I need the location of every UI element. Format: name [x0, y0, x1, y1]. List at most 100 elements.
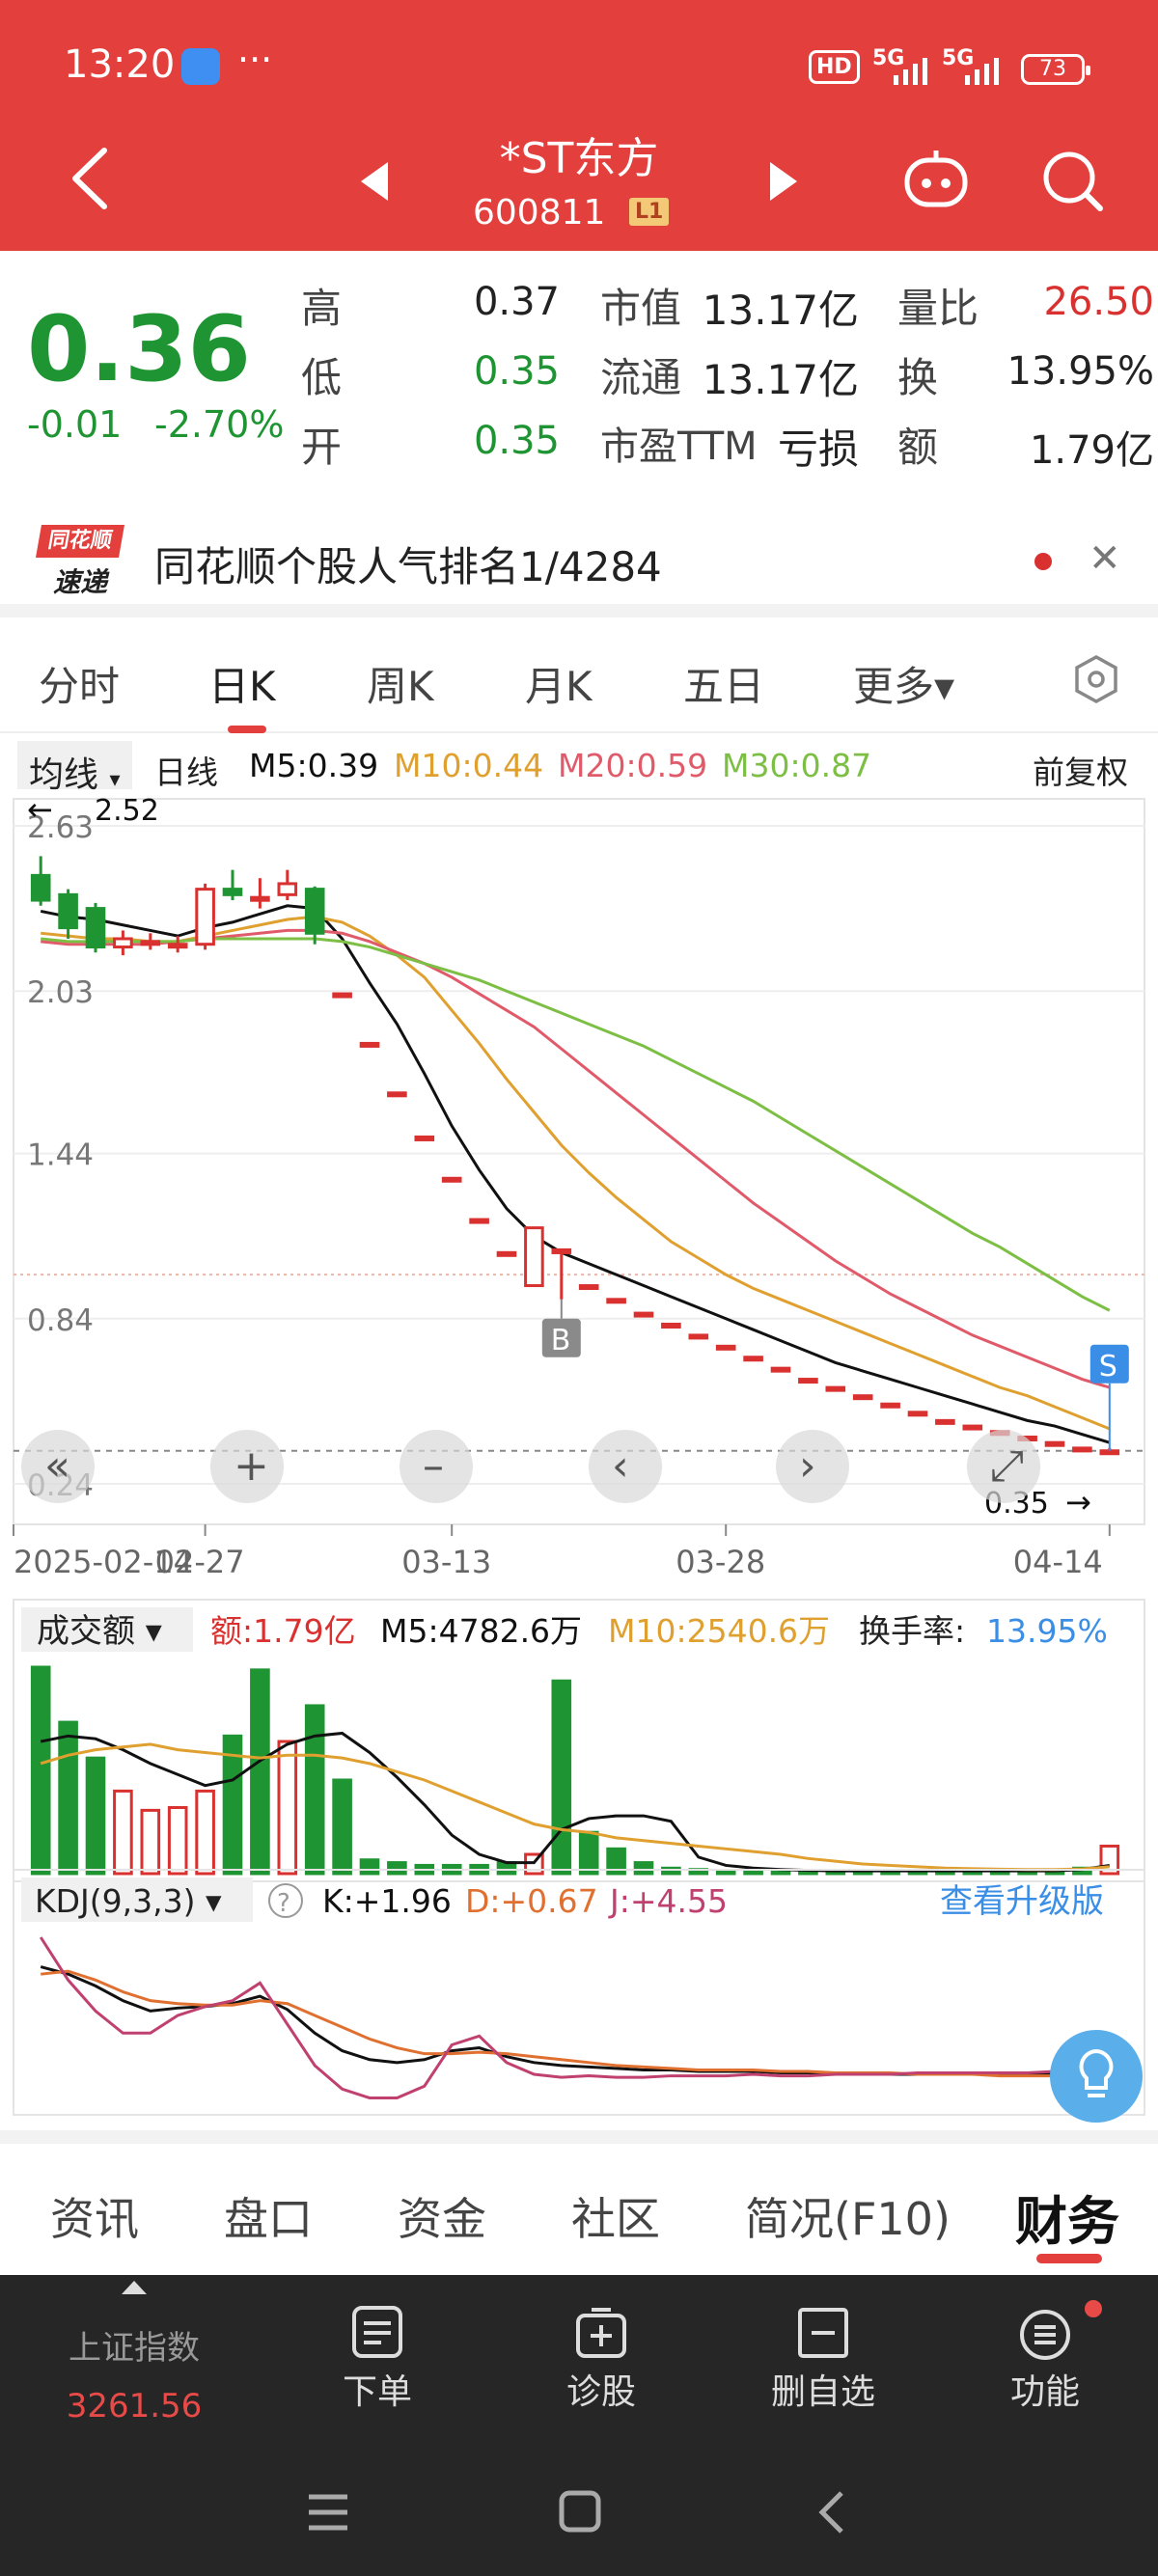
back-icon[interactable]	[66, 145, 114, 212]
candle-body	[524, 1226, 544, 1288]
kdj-line-k	[40, 1965, 1110, 2076]
mcap-value: 13.17亿	[702, 287, 859, 334]
tab-capital[interactable]: 资金	[398, 2184, 486, 2248]
candle-body	[167, 943, 188, 949]
candle-body	[195, 888, 215, 946]
tab-community[interactable]: 社区	[571, 2184, 660, 2248]
finance-tab-indicator	[1036, 2254, 1102, 2263]
prev-stock-icon[interactable]	[361, 162, 388, 201]
pe-label: 市盈TTM	[600, 425, 758, 469]
volume-bar	[58, 1720, 78, 1876]
kdj-line-d	[41, 1969, 1110, 2078]
candle-body	[1072, 1446, 1092, 1453]
turnover-rate-label: 换手率:	[859, 1612, 965, 1650]
tab-finance[interactable]: 财务	[1015, 2179, 1119, 2255]
turnover-rate-value: 13.95%	[986, 1612, 1108, 1650]
candle-body	[250, 895, 270, 902]
candle-body	[578, 1284, 599, 1291]
amount-value: 1.79亿	[1029, 428, 1154, 473]
tab-more[interactable]: 更多▾	[853, 654, 954, 713]
y-tick-label: 0.84	[27, 1303, 94, 1338]
kline-chart[interactable]: 2.632.031.440.840.24←2.520.35→BS«+–‹›⤢20…	[0, 791, 1158, 2132]
volume-bar	[85, 1756, 106, 1876]
kdj-j-label: J:+4.55	[608, 1882, 728, 1920]
candle-body	[304, 888, 325, 935]
price-change: -0.01	[27, 403, 123, 446]
pe-value: 亏损	[777, 425, 859, 473]
x-tick-label: 04-14	[1013, 1544, 1103, 1580]
adjust-mode[interactable]: 前复权	[1033, 747, 1128, 793]
tab-monthly-k[interactable]: 月K	[525, 654, 593, 713]
volume-bar	[195, 1789, 215, 1876]
volume-bar	[359, 1858, 380, 1876]
status-more: ···	[237, 39, 273, 81]
tab-five-day[interactable]: 五日	[683, 654, 764, 713]
candle-body	[852, 1394, 873, 1401]
function-button[interactable]: 功能	[934, 2275, 1156, 2449]
signal-icon-2	[965, 58, 999, 85]
candle-body	[633, 1311, 654, 1318]
home-nav-icon[interactable]	[559, 2490, 601, 2533]
candle-body	[496, 1250, 517, 1257]
upgrade-link[interactable]: 查看升级版	[940, 1882, 1104, 1921]
ma30-value: M30:0.87	[722, 747, 872, 784]
tab-daily-k[interactable]: 日K	[208, 654, 276, 713]
status-time: 13:20	[64, 42, 176, 87]
menu-nav-icon[interactable]	[309, 2494, 347, 2531]
status-bar: 13:20 ··· HD 5G 5G 73	[0, 0, 1158, 125]
volume-bar	[387, 1861, 407, 1876]
hd-icon: HD	[809, 50, 860, 84]
candle-body	[798, 1378, 818, 1384]
volume-dropdown-label: 成交额 ▾	[37, 1612, 162, 1651]
volume-m5-label: M5:4782.6万	[380, 1612, 582, 1650]
bottom-toolbar: 上证指数 3261.56 下单 诊股 删自选 功能	[0, 2275, 1158, 2576]
remove-watchlist-button[interactable]: 删自选	[712, 2275, 934, 2449]
battery-icon: 73	[1021, 54, 1090, 85]
kdj-d-label: D:+0.67	[465, 1882, 598, 1920]
diagnose-icon	[576, 2308, 626, 2358]
tab-orderbook[interactable]: 盘口	[224, 2184, 313, 2248]
close-icon[interactable]: ✕	[1089, 536, 1121, 581]
y-tick-label: 1.44	[27, 1138, 94, 1173]
kdj-dropdown-label: KDJ(9,3,3) ▾	[35, 1882, 222, 1920]
volume-bar	[743, 1869, 763, 1876]
volume-bar	[304, 1704, 325, 1876]
tab-intraday[interactable]: 分时	[39, 654, 120, 713]
candle-body	[743, 1356, 763, 1362]
triangle-up-icon	[122, 2281, 147, 2294]
amount-label: 额	[897, 424, 939, 471]
diagnose-button[interactable]: 诊股	[490, 2275, 712, 2449]
tab-news[interactable]: 资讯	[50, 2184, 139, 2248]
candle-body	[113, 937, 133, 949]
order-button[interactable]: 下单	[266, 2275, 488, 2449]
next-stock-icon[interactable]	[770, 162, 797, 201]
popularity-banner[interactable]: 同花顺 速递 同花顺个股人气排名1/4284	[0, 502, 1158, 617]
ma-dropdown[interactable]: 均线 ▾	[17, 741, 132, 795]
chart-settings-icon[interactable]	[1073, 654, 1119, 704]
lightbulb-icon[interactable]	[1050, 2030, 1143, 2123]
candle-body	[359, 1041, 380, 1048]
back-nav-icon[interactable]	[818, 2491, 843, 2534]
ma-period: 日线	[154, 754, 218, 791]
candle-body	[661, 1322, 681, 1329]
robot-assistant-icon[interactable]	[901, 147, 971, 210]
help-icon-glyph: ?	[277, 1889, 290, 1918]
app-header: 13:20 ··· HD 5G 5G 73 *ST东方 600811 L1	[0, 0, 1158, 251]
search-icon[interactable]	[1040, 147, 1104, 214]
volume-bar	[332, 1778, 352, 1876]
app-notification-icon	[181, 48, 220, 85]
candle-body	[1099, 1449, 1120, 1456]
tab-f10[interactable]: 简况(F10)	[745, 2184, 951, 2248]
volume-bar	[113, 1789, 133, 1876]
tab-weekly-k[interactable]: 周K	[367, 654, 434, 713]
active-tab-indicator	[228, 726, 266, 733]
ma10-value: M10:0.44	[394, 747, 544, 784]
candle-body	[880, 1402, 900, 1409]
kdj-k-label: K:+1.96	[322, 1882, 452, 1920]
x-tick-label: 02-27	[155, 1544, 245, 1580]
low-value: 0.35	[473, 349, 560, 394]
candle-body	[332, 992, 352, 999]
volume-bar	[551, 1679, 572, 1876]
volume-bar	[770, 1869, 791, 1876]
index-ticker[interactable]: 上证指数 3261.56	[23, 2275, 245, 2449]
